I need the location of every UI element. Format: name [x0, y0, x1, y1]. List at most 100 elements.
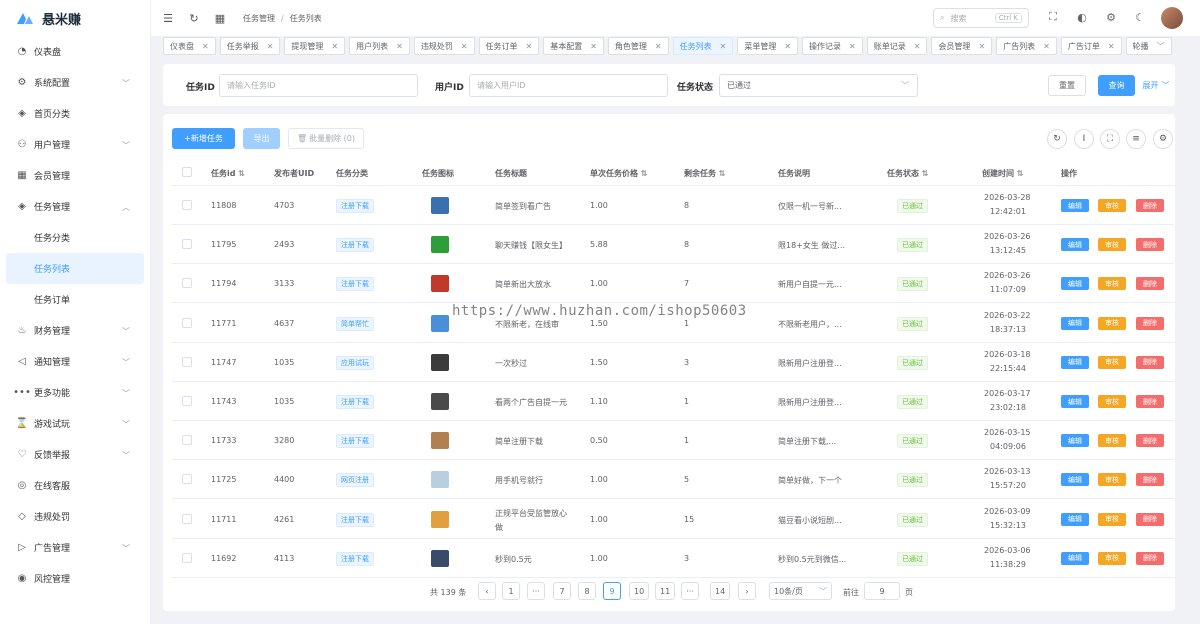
page-number[interactable]: 11	[655, 582, 676, 600]
review-button[interactable]: 审核	[1098, 395, 1126, 408]
tab-tag[interactable]: 提现管理 ✕	[284, 37, 346, 55]
sidebar-item[interactable]: ▦ 会员管理	[0, 160, 150, 191]
close-icon[interactable]: ✕	[590, 42, 597, 51]
sidebar-item[interactable]: ◎ 在线客服	[0, 470, 150, 501]
close-icon[interactable]: ✕	[267, 42, 274, 51]
app-logo[interactable]: 悬米赚	[0, 0, 150, 36]
avatar[interactable]	[1161, 7, 1183, 29]
edit-button[interactable]: 编辑	[1061, 395, 1089, 408]
sidebar-item[interactable]: ⚇ 用户管理 ﹀	[0, 129, 150, 160]
fullscreen-icon[interactable]: ⛶	[1046, 10, 1060, 24]
review-button[interactable]: 审核	[1098, 355, 1126, 369]
delete-button[interactable]: 删除	[1136, 395, 1164, 408]
row-checkbox[interactable]	[182, 552, 192, 563]
theme-icon[interactable]: ◐	[1075, 10, 1089, 24]
close-icon[interactable]: ✕	[914, 42, 921, 51]
expand-button[interactable]: 展开 ﹀	[1141, 75, 1171, 96]
close-icon[interactable]: ✕	[784, 42, 791, 51]
delete-button[interactable]: 删除	[1136, 551, 1164, 565]
delete-button[interactable]: 删除	[1136, 316, 1164, 330]
select-all-checkbox[interactable]	[182, 167, 192, 177]
edit-button[interactable]: 编辑	[1061, 434, 1089, 448]
close-icon[interactable]: ✕	[1043, 42, 1050, 51]
user-id-input[interactable]: 请输入用户ID	[469, 74, 668, 97]
sidebar-item[interactable]: ♨ 财务管理 ﹀	[0, 315, 150, 346]
query-button[interactable]: 查询	[1098, 75, 1135, 96]
close-icon[interactable]: ✕	[655, 42, 662, 51]
next-page-button[interactable]: ›	[738, 582, 756, 600]
sidebar-item[interactable]: ◈ 首页分类	[0, 98, 150, 129]
task-id-input[interactable]: 请输入任务ID	[219, 74, 418, 97]
close-icon[interactable]: ✕	[461, 42, 468, 51]
sort-icon[interactable]: ⇅	[1017, 169, 1024, 178]
batch-delete-button[interactable]: 🗑 批量删除 (0)	[288, 128, 364, 149]
sidebar-item[interactable]: ◁ 通知管理 ﹀	[0, 346, 150, 377]
tab-tag[interactable]: 角色管理 ✕	[607, 37, 669, 55]
review-button[interactable]: 审核	[1098, 199, 1126, 212]
goto-input[interactable]: 9	[864, 582, 900, 600]
row-checkbox[interactable]	[182, 278, 192, 289]
menu-fold-icon[interactable]: ☰	[161, 11, 175, 25]
close-icon[interactable]: ✕	[331, 42, 338, 51]
sidebar-item[interactable]: ⌛ 游戏试玩 ﹀	[0, 408, 150, 439]
tab-tag[interactable]: 广告列表 ✕	[996, 37, 1057, 55]
sort-icon[interactable]: ⇅	[922, 169, 929, 178]
review-button[interactable]: 审核	[1098, 512, 1126, 526]
tab-tag[interactable]: 菜单管理 ✕	[737, 37, 799, 55]
sidebar-item[interactable]: ◇ 违规处罚	[0, 501, 150, 532]
col-task-id[interactable]: 任务id ⇅	[211, 168, 245, 179]
row-checkbox[interactable]	[182, 200, 192, 210]
sidebar-item[interactable]: ♡ 反馈举报 ﹀	[0, 439, 150, 470]
tab-tag[interactable]: 基本配置 ✕	[543, 37, 604, 55]
page-number[interactable]: 14	[710, 582, 731, 600]
tab-tag[interactable]: 广告订单 ✕	[1060, 37, 1122, 55]
delete-button[interactable]: 删除	[1136, 199, 1164, 212]
page-number[interactable]: 9	[603, 582, 621, 600]
delete-button[interactable]: 删除	[1136, 434, 1164, 448]
add-task-button[interactable]: +新增任务	[172, 128, 235, 149]
col-status[interactable]: 任务状态 ⇅	[887, 168, 929, 179]
sidebar-item[interactable]: 任务分类	[0, 222, 150, 253]
edit-button[interactable]: 编辑	[1061, 238, 1089, 252]
delete-button[interactable]: 删除	[1136, 277, 1164, 291]
tab-tag[interactable]: 任务举报 ✕	[219, 37, 281, 55]
reset-button[interactable]: 重置	[1048, 75, 1086, 96]
tab-tag[interactable]: 账单记录 ✕	[866, 37, 928, 55]
page-number[interactable]: 8	[578, 582, 596, 600]
col-created[interactable]: 创建时间 ⇅	[982, 168, 1024, 179]
sort-icon[interactable]: ⇅	[641, 169, 648, 178]
page-number[interactable]: ···	[527, 582, 545, 600]
tab-tag[interactable]: 任务列表 ✕	[672, 37, 734, 55]
edit-button[interactable]: 编辑	[1061, 277, 1089, 291]
edit-button[interactable]: 编辑	[1061, 316, 1089, 330]
moon-icon[interactable]: ☾	[1133, 10, 1147, 24]
edit-button[interactable]: 编辑	[1061, 551, 1089, 565]
row-checkbox[interactable]	[182, 239, 192, 250]
delete-button[interactable]: 删除	[1136, 238, 1164, 252]
row-checkbox[interactable]	[182, 317, 192, 328]
row-checkbox[interactable]	[182, 396, 192, 406]
tab-tag[interactable]: 违规处罚 ✕	[413, 37, 475, 55]
apps-icon[interactable]: ▦	[213, 11, 227, 25]
close-icon[interactable]: ✕	[1108, 42, 1115, 51]
refresh-icon[interactable]: ↻	[187, 11, 201, 25]
search-input[interactable]: ⌕ 搜索 Ctrl K	[933, 8, 1029, 28]
review-button[interactable]: 审核	[1098, 316, 1126, 330]
close-icon[interactable]: ✕	[526, 42, 533, 51]
sidebar-item[interactable]: ◉ 风控管理	[0, 563, 150, 594]
tab-tag[interactable]: 会员管理 ✕	[931, 37, 993, 55]
refresh-icon[interactable]: ↻	[1047, 129, 1067, 149]
density-icon[interactable]: Ⅰ	[1074, 129, 1094, 149]
row-checkbox[interactable]	[182, 474, 192, 485]
tab-tag[interactable]: 轮播 ﹀	[1125, 37, 1172, 55]
close-icon[interactable]: ✕	[396, 42, 403, 51]
sidebar-item[interactable]: ••• 更多功能 ﹀	[0, 377, 150, 408]
row-checkbox[interactable]	[182, 435, 192, 446]
tab-tag[interactable]: 任务订单 ✕	[478, 37, 540, 55]
close-icon[interactable]: ✕	[978, 42, 985, 51]
page-number[interactable]: 10	[629, 582, 650, 600]
sort-icon[interactable]: ⇅	[238, 169, 245, 178]
review-button[interactable]: 审核	[1098, 434, 1126, 448]
page-number[interactable]: 7	[553, 582, 571, 600]
sidebar-item[interactable]: ▷ 广告管理 ﹀	[0, 532, 150, 563]
